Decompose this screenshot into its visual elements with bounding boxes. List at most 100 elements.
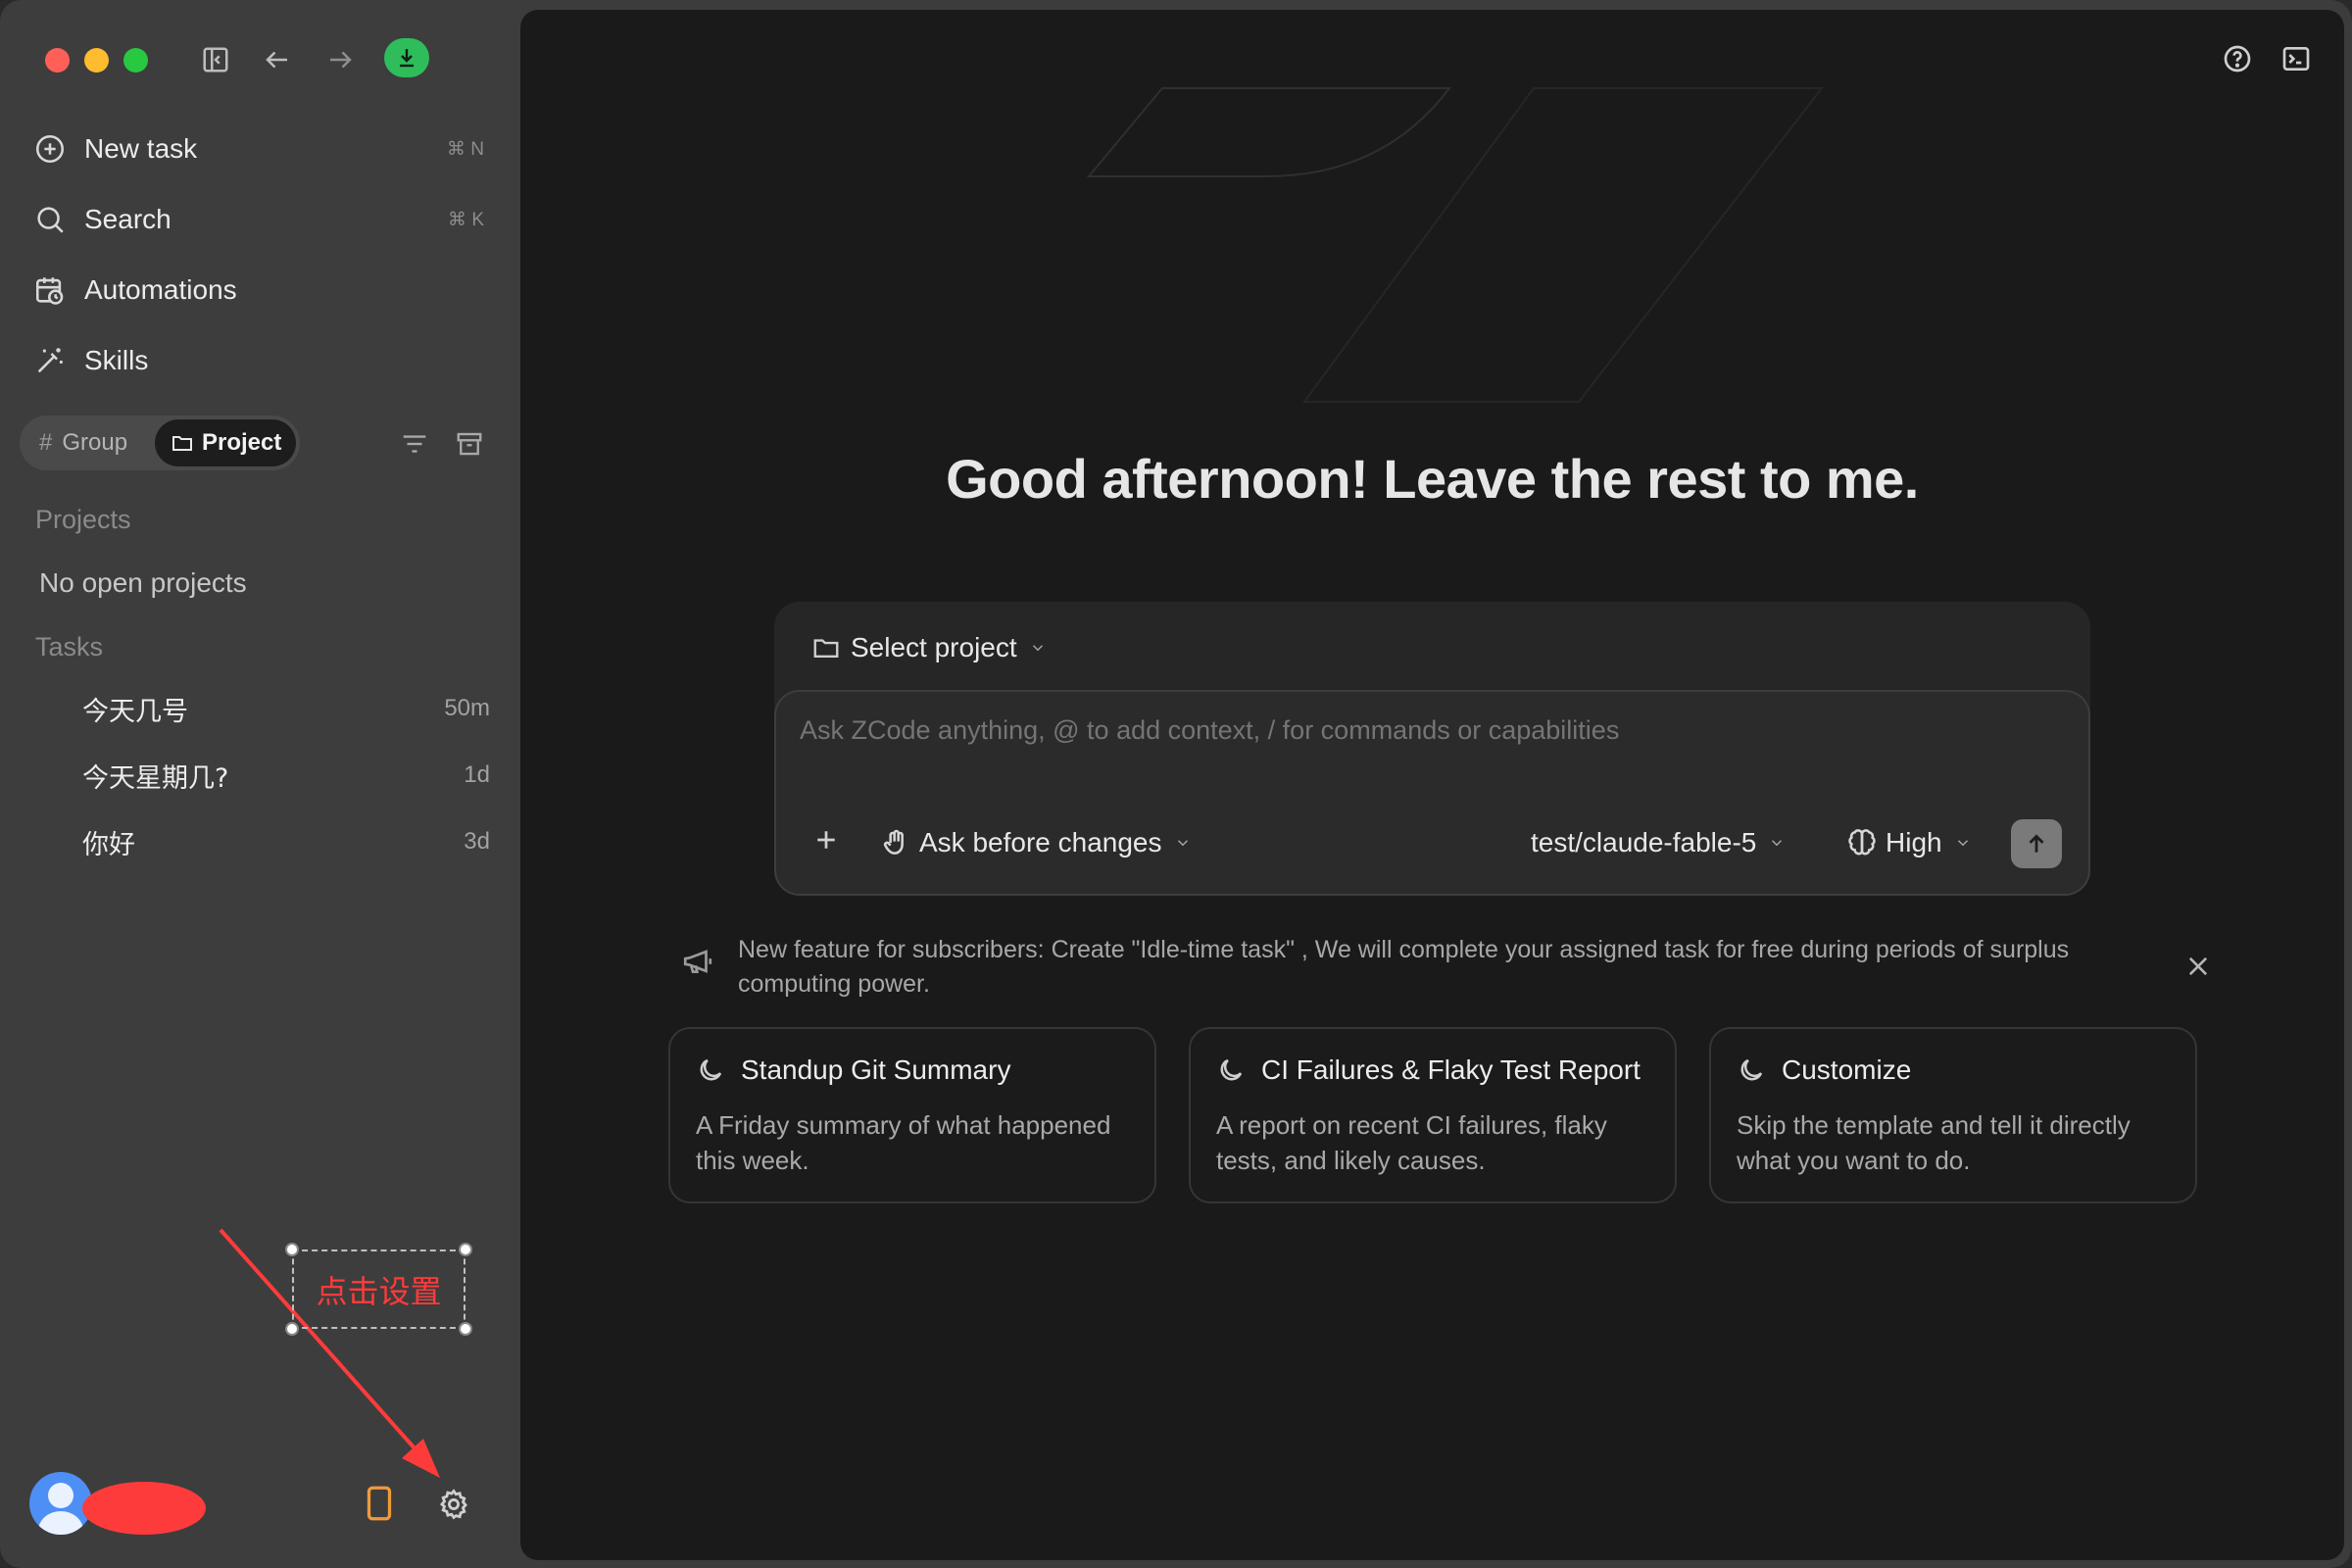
plus-icon [817,831,835,849]
annotation-callout: 点击设置 [285,1243,472,1336]
window-minimize-button[interactable] [84,48,109,73]
resize-handle [459,1322,472,1336]
prompt-input[interactable] [800,715,1976,746]
main-panel: Good afternoon! Leave the rest to me. Se… [520,10,2344,1560]
template-card[interactable]: Customize Skip the template and tell it … [1709,1027,2197,1203]
tasks-heading: Tasks [35,632,104,662]
megaphone-icon [681,945,716,980]
notice-text: New feature for subscribers: Create "Idl… [738,936,2070,998]
nav-label: Search [84,204,172,234]
greeting-title: Good afternoon! Leave the rest to me. [946,448,1919,510]
prompt-card: Ask before changes test/claude-fable-5 H… [774,690,2090,896]
toggle-group-option[interactable]: # Group [39,416,127,470]
template-card[interactable]: CI Failures & Flaky Test Report A report… [1189,1027,1677,1203]
shortcut-hint: ⌘ K [448,209,484,230]
template-cards: Standup Git Summary A Friday summary of … [668,1027,2197,1203]
folder-icon [172,436,192,451]
permission-mode-dropdown[interactable]: Ask before changes [880,821,1192,864]
model-dropdown[interactable]: test/claude-fable-5 [1531,821,1786,864]
mobile-icon[interactable] [365,1486,394,1521]
nav-label: Skills [84,345,149,375]
chevron-down-icon [1032,645,1043,652]
card-description: Skip the template and tell it directly w… [1737,1110,2131,1175]
sidebar-toggle-icon[interactable] [195,39,236,80]
terminal-button[interactable] [2277,39,2316,78]
redacted-username [82,1482,206,1535]
model-label: test/claude-fable-5 [1531,827,1757,858]
nav-automations[interactable]: Automations [33,263,484,318]
search-icon [37,207,64,233]
task-title: 你好 [82,829,135,860]
task-age: 1d [464,761,490,788]
template-card[interactable]: Standup Git Summary A Friday summary of … [668,1027,1156,1203]
annotation-text: 点击设置 [316,1272,442,1310]
hash-icon: # [39,429,53,456]
help-button[interactable] [2218,39,2257,78]
feature-notice: New feature for subscribers: Create "Idl… [681,933,2220,1011]
select-project-dropdown[interactable]: Select project [811,623,1047,672]
chevron-down-icon [1177,840,1188,847]
window-close-button[interactable] [45,48,70,73]
moon-icon [700,1058,722,1081]
chevron-down-icon [1957,840,1968,847]
resize-handle [459,1243,472,1256]
toggle-project-option[interactable]: Project [155,419,296,466]
arrow-up-icon [2029,834,2044,853]
send-button[interactable] [2011,819,2062,868]
task-age: 3d [464,828,490,855]
task-item[interactable]: 今天几号 50m [82,684,490,733]
folder-icon [813,639,839,658]
card-header: Customize [1737,1054,1911,1086]
archive-icon [457,432,482,456]
avatar-body [38,1511,83,1535]
toggle-group-label: Group [62,429,128,456]
card-title: Standup Git Summary [741,1054,1011,1085]
no-projects-message: No open projects [39,567,247,598]
add-attachment-button[interactable] [811,825,847,860]
plus-circle-icon [35,134,65,164]
filter-icon [403,435,426,453]
archive-button[interactable] [451,425,488,463]
dismiss-notice-button[interactable] [2184,953,2216,984]
moon-icon [1740,1058,1763,1081]
task-age: 50m [444,695,490,721]
calendar-clock-icon [35,277,64,305]
download-update-button[interactable] [384,38,429,77]
projects-heading: Projects [35,505,131,534]
resize-handle [285,1243,299,1256]
effort-label: High [1886,827,1942,858]
chevron-down-icon [1772,840,1783,847]
shortcut-hint: ⌘ N [447,138,484,160]
permission-mode-label: Ask before changes [919,827,1162,858]
task-title: 今天星期几? [82,762,229,794]
sidebar: New task ⌘ N Search ⌘ K Automations Skil… [0,0,520,1568]
background-logo-graphic [1086,87,1825,403]
window-zoom-button[interactable] [123,48,148,73]
composer: Select project Ask before changes test/c… [774,602,2090,896]
nav-label: Automations [84,274,237,305]
card-header: CI Failures & Flaky Test Report [1216,1054,1641,1086]
forward-arrow-icon[interactable] [319,39,361,80]
card-title: Customize [1782,1054,1912,1085]
hand-icon [883,829,904,855]
settings-button[interactable] [437,1488,472,1523]
task-item[interactable]: 今天星期几? 1d [82,751,490,800]
back-arrow-icon[interactable] [257,39,298,80]
filter-button[interactable] [396,425,433,463]
card-title: CI Failures & Flaky Test Report [1261,1054,1641,1085]
nav-skills[interactable]: Skills [33,333,484,388]
nav-new-task[interactable]: New task ⌘ N [33,122,484,176]
resize-handle [285,1322,299,1336]
gear-icon [439,1489,467,1520]
effort-dropdown[interactable]: High [1846,821,1972,864]
nav-label: New task [84,133,198,164]
brain-icon [1848,829,1876,856]
card-description: A report on recent CI failures, flaky te… [1216,1110,1607,1175]
toggle-project-label: Project [202,429,282,456]
help-icon [2224,45,2251,73]
card-header: Standup Git Summary [696,1054,1010,1086]
nav-search[interactable]: Search ⌘ K [33,192,484,247]
app-window: New task ⌘ N Search ⌘ K Automations Skil… [0,0,2352,1568]
task-item[interactable]: 你好 3d [82,817,490,866]
task-title: 今天几号 [82,696,188,727]
